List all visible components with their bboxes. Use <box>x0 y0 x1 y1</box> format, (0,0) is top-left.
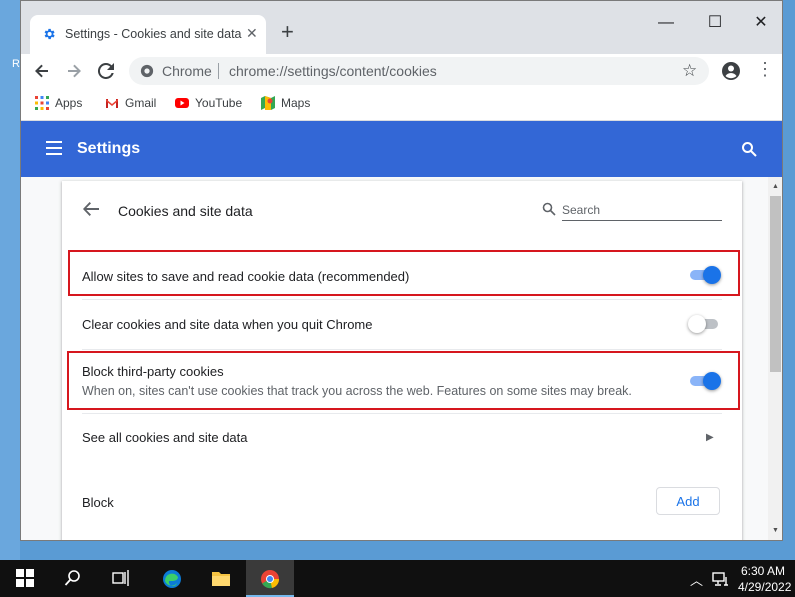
network-icon[interactable] <box>712 571 730 587</box>
close-window-button[interactable]: ✕ <box>746 13 776 33</box>
settings-search <box>542 197 722 223</box>
block-section-title: Block <box>82 495 114 510</box>
divider <box>82 299 722 300</box>
file-explorer-icon <box>212 572 230 586</box>
chrome-icon <box>261 570 280 589</box>
page-scrollbar[interactable]: ▲ ▼ <box>768 177 782 540</box>
chrome-taskbar-button[interactable] <box>246 560 294 597</box>
desktop-background: R <box>0 0 20 560</box>
clear-on-exit-toggle[interactable] <box>688 315 720 333</box>
settings-header: Settings <box>21 121 782 177</box>
bookmark-youtube[interactable]: YouTube <box>175 96 242 110</box>
bookmark-label: Maps <box>281 96 311 110</box>
bookmark-maps[interactable]: Maps <box>261 96 310 110</box>
search-icon <box>64 570 80 586</box>
search-icon[interactable] <box>741 141 757 157</box>
bookmark-label: YouTube <box>195 96 243 110</box>
gmail-icon <box>106 99 118 108</box>
maps-icon <box>261 96 275 110</box>
back-arrow-icon[interactable] <box>82 201 100 217</box>
forward-arrow-icon <box>68 64 81 78</box>
browser-toolbar: Chrome chrome://settings/content/cookies… <box>21 54 782 88</box>
reload-button[interactable] <box>95 60 117 82</box>
see-all-cookies-row[interactable]: See all cookies and site data ▶ <box>62 415 742 459</box>
taskbar-clock-date[interactable]: 4/29/2022 <box>738 580 791 594</box>
file-explorer-taskbar-button[interactable] <box>197 560 245 597</box>
bookmark-label: Apps <box>55 96 83 110</box>
settings-gear-icon <box>44 28 55 40</box>
chrome-icon <box>140 64 154 78</box>
tab-title: Settings - Cookies and site data <box>65 27 242 41</box>
hamburger-menu-icon[interactable] <box>46 141 62 155</box>
title-bar: Settings - Cookies and site data ✕ + — ☐… <box>21 1 782 54</box>
youtube-icon <box>175 98 189 108</box>
see-all-cookies-label: See all cookies and site data <box>82 430 248 445</box>
clear-on-exit-row[interactable]: Clear cookies and site data when you qui… <box>62 301 742 345</box>
task-view-button[interactable] <box>98 560 146 597</box>
forward-button[interactable] <box>63 60 85 82</box>
clear-on-exit-label: Clear cookies and site data when you qui… <box>82 317 373 332</box>
taskbar-search-button[interactable] <box>50 560 98 597</box>
bookmark-apps[interactable]: Apps <box>35 96 82 110</box>
profile-avatar-icon[interactable] <box>721 61 741 81</box>
settings-title: Settings <box>77 140 141 157</box>
start-icon <box>16 569 34 587</box>
tab-settings[interactable]: Settings - Cookies and site data ✕ <box>30 15 266 54</box>
desktop-icon-label: R <box>12 58 20 70</box>
bookmarks-bar: Apps Gmail YouTube Maps <box>21 88 782 121</box>
show-hidden-icons-chevron-icon[interactable]: ︿ <box>690 570 703 589</box>
bookmark-gmail[interactable]: Gmail <box>105 96 156 110</box>
omnibox-divider <box>218 63 219 79</box>
tab-close-icon[interactable]: ✕ <box>246 25 258 42</box>
apps-grid-icon <box>35 96 49 110</box>
highlight-allow-cookies <box>68 250 740 296</box>
browser-window: Settings - Cookies and site data ✕ + — ☐… <box>20 0 783 541</box>
bookmark-star-icon[interactable]: ☆ <box>682 61 697 81</box>
menu-kebab-icon[interactable]: ⋮ <box>756 59 774 80</box>
bookmark-label: Gmail <box>125 96 157 110</box>
divider <box>82 349 722 350</box>
highlight-block-third-party <box>67 351 740 410</box>
back-button[interactable] <box>31 60 53 82</box>
omnibox-scheme-label: Chrome <box>162 63 212 79</box>
edge-icon <box>163 570 181 588</box>
page-title: Cookies and site data <box>118 203 253 219</box>
minimize-button[interactable]: — <box>651 13 681 33</box>
omnibox-url[interactable]: chrome://settings/content/cookies <box>229 63 437 79</box>
scroll-up-arrow-icon[interactable]: ▲ <box>772 183 779 190</box>
back-arrow-icon <box>35 64 48 78</box>
reload-icon <box>97 62 114 79</box>
edge-taskbar-button[interactable] <box>148 560 196 597</box>
taskbar-clock-time[interactable]: 6:30 AM <box>741 564 785 578</box>
divider <box>82 413 722 414</box>
chevron-right-icon: ▶ <box>706 432 714 443</box>
add-block-site-button[interactable]: Add <box>656 487 720 515</box>
start-button[interactable] <box>2 560 50 597</box>
address-bar[interactable]: Chrome chrome://settings/content/cookies… <box>129 57 709 85</box>
scroll-thumb[interactable] <box>770 196 781 372</box>
maximize-button[interactable]: ☐ <box>700 13 730 33</box>
search-input[interactable] <box>562 200 722 221</box>
scroll-down-arrow-icon[interactable]: ▼ <box>772 527 779 534</box>
windows-taskbar: ︿ 6:30 AM 4/29/2022 <box>0 560 795 597</box>
task-view-icon <box>112 570 129 586</box>
search-icon <box>542 202 556 216</box>
new-tab-button[interactable]: + <box>281 21 294 43</box>
